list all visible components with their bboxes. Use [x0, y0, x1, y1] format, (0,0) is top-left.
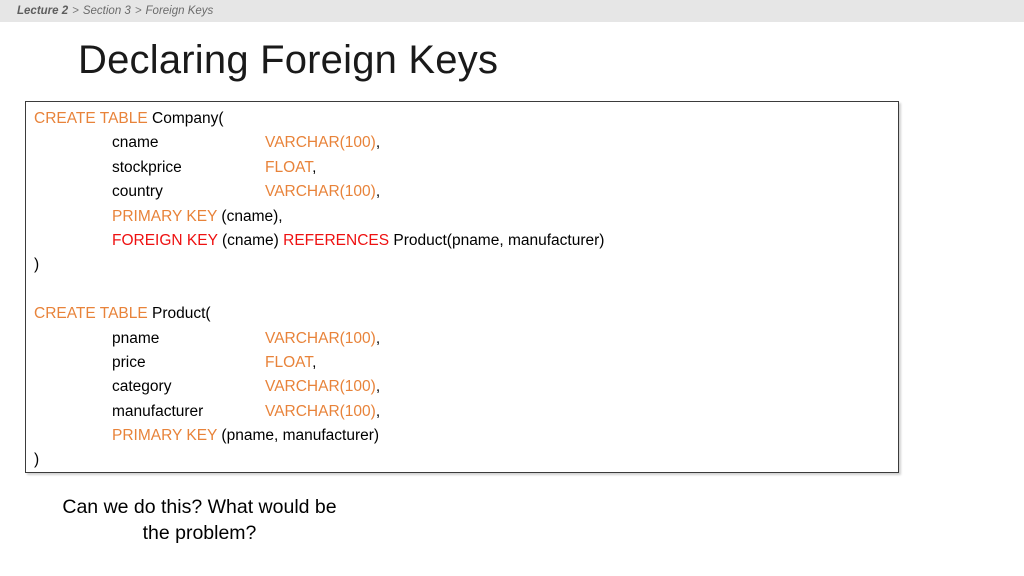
- code-listing: CREATE TABLE Company(cname VARCHAR(100), s…: [34, 107, 898, 472]
- code-line: price FLOAT,: [34, 351, 898, 375]
- column-datatype: VARCHAR(100): [265, 183, 376, 201]
- column-name: cname: [112, 134, 159, 152]
- sql-text: ): [34, 451, 40, 469]
- code-line: manufacturer VARCHAR(100),: [34, 400, 898, 424]
- sql-keyword: FOREIGN KEY: [112, 231, 218, 249]
- code-line: stockprice FLOAT,: [34, 156, 898, 180]
- page-title: Declaring Foreign Keys: [78, 38, 499, 82]
- sql-punctuation: ,: [375, 402, 381, 420]
- sql-text: (cname): [217, 231, 284, 249]
- sql-text: Company(: [147, 110, 224, 127]
- sql-punctuation: ,: [312, 158, 317, 176]
- sql-punctuation: ,: [375, 378, 381, 396]
- column-datatype: FLOAT: [265, 353, 313, 371]
- caption-line-2: the problem?: [142, 522, 257, 544]
- column-name: price: [112, 353, 146, 371]
- sql-keyword: PRIMARY KEY: [112, 207, 218, 225]
- breadcrumb-separator: >: [134, 5, 142, 17]
- column-datatype: FLOAT: [265, 158, 313, 176]
- breadcrumb-item[interactable]: Section 3: [83, 5, 131, 17]
- code-line: category VARCHAR(100),: [34, 375, 898, 399]
- column-name: country: [112, 183, 163, 201]
- sql-keyword: REFERENCES: [283, 231, 390, 249]
- sql-keyword: PRIMARY KEY: [112, 427, 218, 445]
- breadcrumb-item[interactable]: Foreign Keys: [146, 5, 214, 17]
- code-line: PRIMARY KEY (pname, manufacturer): [34, 424, 898, 448]
- breadcrumb-item[interactable]: Lecture 2: [17, 5, 68, 17]
- sql-text: ): [34, 256, 40, 274]
- column-datatype: VARCHAR(100): [265, 134, 376, 152]
- column-name: manufacturer: [112, 402, 204, 420]
- code-line: FOREIGN KEY (cname) REFERENCES Product(p…: [34, 229, 898, 253]
- sql-text: Product(pname, manufacturer): [389, 231, 605, 249]
- code-line: ): [34, 253, 898, 277]
- breadcrumb-bar: Lecture 2 > Section 3 > Foreign Keys: [0, 0, 1024, 22]
- code-line: ): [34, 448, 898, 472]
- sql-punctuation: ,: [375, 134, 381, 152]
- sql-punctuation: ,: [375, 329, 381, 347]
- sql-keyword: CREATE TABLE: [34, 110, 148, 127]
- column-datatype: VARCHAR(100): [265, 402, 376, 420]
- column-datatype: VARCHAR(100): [265, 378, 376, 396]
- code-line: CREATE TABLE Product(: [34, 302, 898, 326]
- column-datatype: VARCHAR(100): [265, 329, 376, 347]
- caption-line-1: Can we do this? What would be: [62, 496, 337, 518]
- code-line: cname VARCHAR(100),: [34, 131, 898, 155]
- code-line: country VARCHAR(100),: [34, 180, 898, 204]
- code-line: pname VARCHAR(100),: [34, 327, 898, 351]
- sql-punctuation: ,: [312, 353, 317, 371]
- sql-text: Product(: [147, 305, 211, 323]
- sql-punctuation: ,: [375, 183, 381, 201]
- breadcrumb: Lecture 2 > Section 3 > Foreign Keys: [17, 0, 213, 22]
- column-name: stockprice: [112, 158, 182, 176]
- question-caption: Can we do this? What would be the proble…: [33, 494, 366, 546]
- code-block-panel: CREATE TABLE Company(cname VARCHAR(100), s…: [25, 101, 899, 473]
- sql-text: (pname, manufacturer): [217, 427, 380, 445]
- code-line: PRIMARY KEY (cname),: [34, 205, 898, 229]
- sql-text: (cname),: [217, 207, 283, 225]
- breadcrumb-separator: >: [72, 5, 79, 17]
- code-line: CREATE TABLE Company(: [34, 107, 898, 131]
- column-name: pname: [112, 329, 160, 347]
- column-name: category: [112, 378, 172, 396]
- sql-keyword: CREATE TABLE: [34, 305, 148, 323]
